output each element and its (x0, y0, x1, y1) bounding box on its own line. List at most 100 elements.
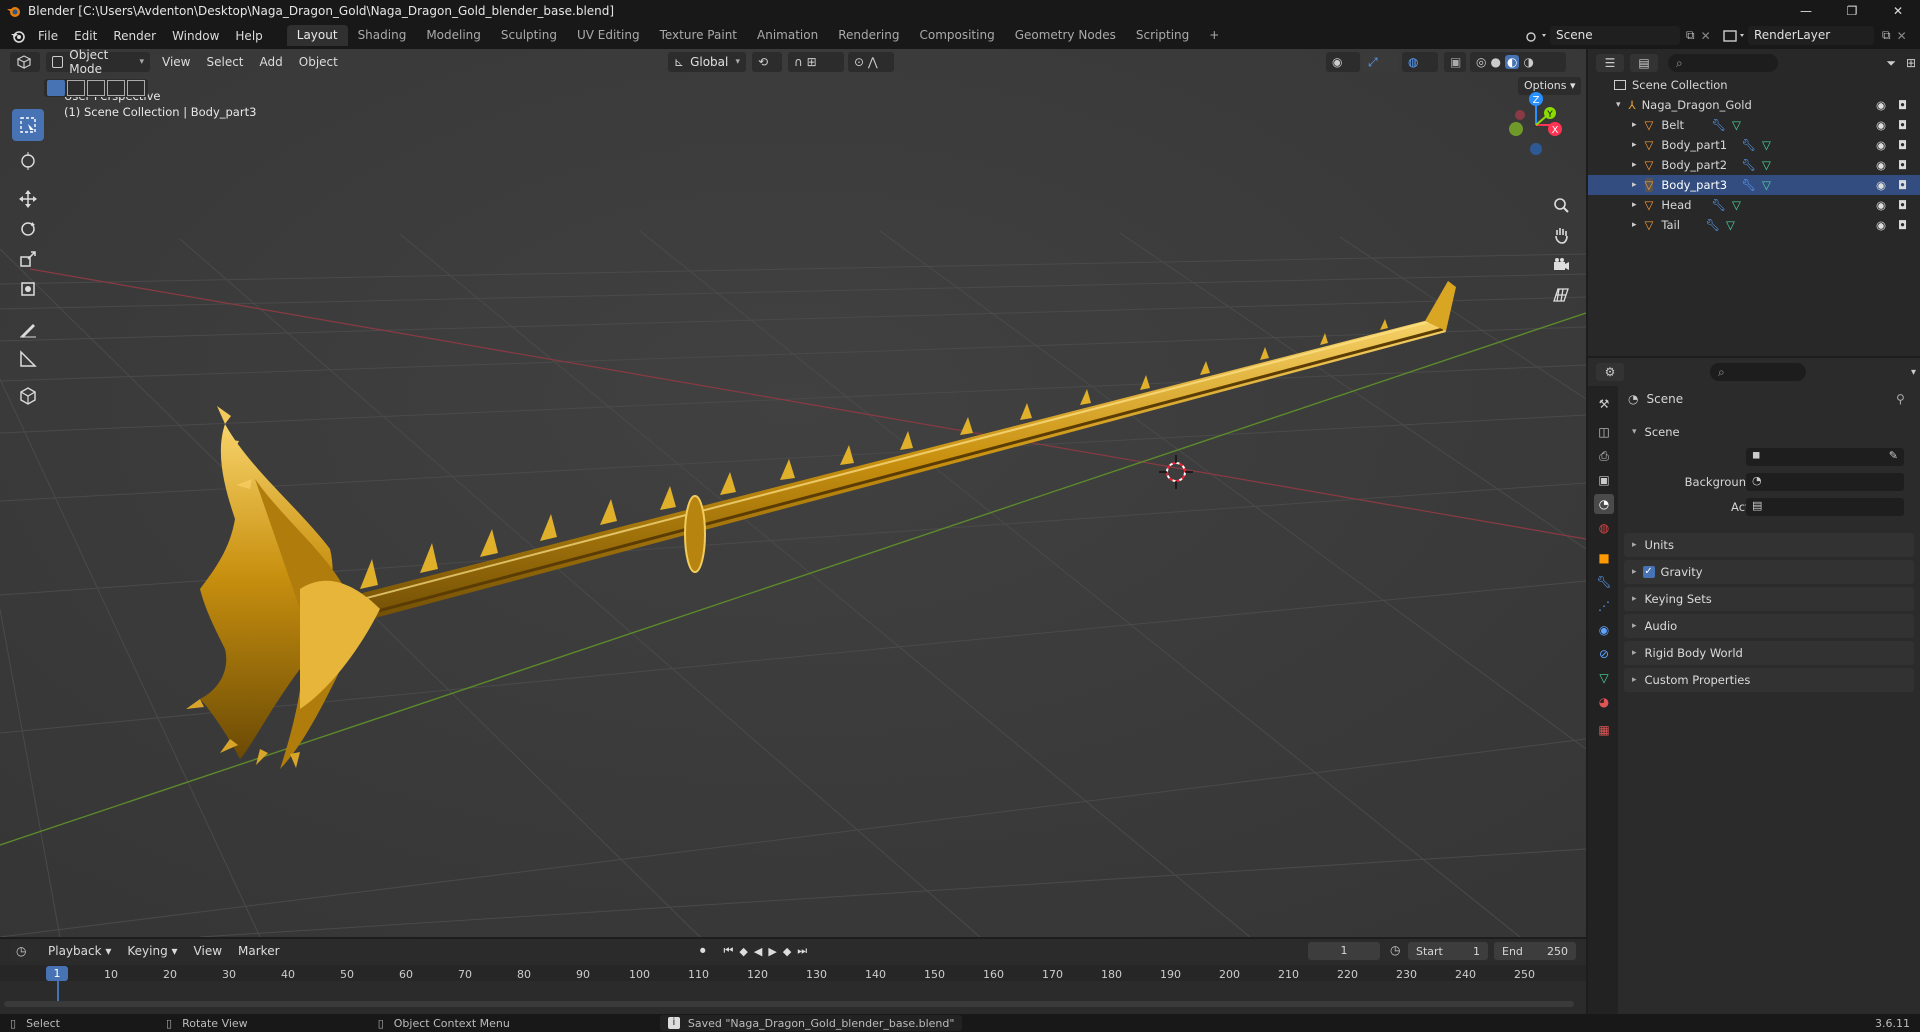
camera-icon[interactable]: ◘ (1898, 198, 1907, 212)
select-extend-icon[interactable] (67, 80, 85, 96)
menu-window[interactable]: Window (164, 26, 227, 46)
scene-collection-row[interactable]: Scene Collection (1588, 75, 1920, 95)
clock-icon[interactable]: ◷ (1390, 943, 1400, 957)
camera-field[interactable]: ◼ ✎ (1746, 448, 1904, 466)
tab-sculpting[interactable]: Sculpting (491, 25, 567, 46)
outliner-item-body-part3[interactable]: ▸ ▽ Body_part3 🔧︎ ▽ ◉ ◘ (1588, 175, 1920, 195)
menu-file[interactable]: File (30, 26, 66, 46)
properties-search-input[interactable]: ⌕ (1710, 363, 1806, 381)
add-workspace-button[interactable]: + (1199, 25, 1229, 46)
audio-panel[interactable]: ▸ Audio (1624, 614, 1914, 638)
current-frame-field[interactable]: 1 (1308, 942, 1380, 960)
display-mode-icon[interactable]: ▤ (1630, 54, 1658, 72)
custom-properties-panel[interactable]: ▸ Custom Properties (1624, 668, 1914, 692)
outliner-item-body-part1[interactable]: ▸ ▽ Body_part1 🔧︎ ▽ ◉ ◘ (1588, 135, 1920, 155)
viewport-menu-add[interactable]: Add (252, 55, 291, 69)
gizmo-toggle[interactable]: ⤢ (1362, 52, 1398, 72)
overlays-toggle[interactable]: ◍ (1402, 52, 1438, 72)
pivot-point-button[interactable]: ⟲ (752, 52, 782, 72)
scene-tab-icon[interactable]: ◔ (1594, 494, 1614, 514)
menu-edit[interactable]: Edit (66, 26, 105, 46)
tab-modeling[interactable]: Modeling (416, 25, 491, 46)
next-keyframe-icon[interactable]: ◆ (783, 945, 791, 958)
record-icon[interactable]: ⏺ (700, 944, 706, 958)
transform-orientation-dropdown[interactable]: ⊾ Global ▾ (668, 52, 746, 72)
eye-icon[interactable]: ◉ (1876, 98, 1886, 112)
select-intersect-icon[interactable] (127, 80, 145, 96)
tool-add-cube[interactable] (12, 379, 44, 411)
eye-icon[interactable]: ◉ (1876, 178, 1886, 192)
view-layer-field[interactable]: RenderLayer (1748, 26, 1874, 45)
active-clip-field[interactable]: ▤ (1746, 498, 1904, 516)
render-tab-icon[interactable]: ◫ (1594, 422, 1614, 442)
play-reverse-icon[interactable]: ◀ (754, 945, 762, 958)
camera-icon[interactable]: ◘ (1898, 138, 1907, 152)
texture-tab-icon[interactable]: ▦ (1594, 720, 1614, 740)
maximize-button[interactable]: ❐ (1829, 0, 1875, 22)
filter-icon[interactable]: ⏷ (1886, 56, 1896, 71)
select-new-icon[interactable] (47, 80, 65, 96)
expand-arrow-icon[interactable]: ▸ (1632, 160, 1637, 170)
minimize-button[interactable]: — (1783, 0, 1829, 22)
output-tab-icon[interactable]: ⎙ (1594, 446, 1614, 466)
tab-layout[interactable]: Layout (286, 25, 348, 46)
scene-name-field[interactable]: Scene (1550, 26, 1680, 45)
timeline-editor-type-button[interactable]: ◷ (10, 941, 40, 961)
tab-uv-editing[interactable]: UV Editing (567, 25, 650, 46)
modifiers-tab-icon[interactable]: 🔧︎ (1594, 572, 1614, 592)
visibility-dropdown[interactable]: ◉ (1326, 52, 1360, 72)
tool-select-box[interactable] (12, 109, 44, 141)
gravity-checkbox[interactable]: ✓ (1642, 566, 1655, 578)
prev-keyframe-icon[interactable]: ◆ (739, 945, 747, 958)
data-tab-icon[interactable]: ▽ (1594, 668, 1614, 688)
scene-delete-icon[interactable]: ✕ (1701, 29, 1711, 43)
zoom-view-button[interactable] (1548, 192, 1574, 218)
viewport-menu-view[interactable]: View (154, 55, 198, 69)
tool-rotate[interactable] (12, 213, 44, 245)
jump-end-icon[interactable]: ⏭ (797, 944, 807, 958)
view-layer-tab-icon[interactable]: ▣ (1594, 470, 1614, 490)
wireframe-shading-icon[interactable]: ◎ (1476, 55, 1486, 69)
view-layer-selector[interactable]: RenderLayer ⧉ ✕ (1722, 25, 1907, 46)
particles-tab-icon[interactable]: ⋰ (1594, 596, 1614, 616)
expand-arrow-icon[interactable]: ▾ (1616, 100, 1621, 110)
tool-tab-icon[interactable]: ⚒ (1594, 394, 1614, 414)
shading-modes[interactable]: ◎ ● ◐ ◑ (1470, 52, 1566, 72)
eye-icon[interactable]: ◉ (1876, 138, 1886, 152)
start-frame-field[interactable]: Start 1 (1408, 942, 1488, 960)
camera-icon[interactable]: ◘ (1898, 118, 1907, 132)
tab-texture-paint[interactable]: Texture Paint (650, 25, 747, 46)
tab-animation[interactable]: Animation (747, 25, 828, 46)
snap-button[interactable]: ∩ ⊞ (788, 52, 844, 72)
chevron-down-icon[interactable]: ▾ (1911, 367, 1916, 378)
select-invert-icon[interactable] (107, 80, 125, 96)
tool-annotate[interactable] (12, 313, 44, 345)
tab-shading[interactable]: Shading (348, 25, 417, 46)
menu-render[interactable]: Render (105, 26, 164, 46)
object-tab-icon[interactable]: ■ (1594, 548, 1614, 568)
eye-icon[interactable]: ◉ (1876, 118, 1886, 132)
3d-viewport[interactable]: Object Mode ▾ View Select Add Object ⊾ G… (0, 49, 1586, 937)
camera-view-button[interactable] (1548, 252, 1574, 278)
eye-icon[interactable]: ◉ (1876, 198, 1886, 212)
keying-sets-panel[interactable]: ▸ Keying Sets (1624, 587, 1914, 611)
expand-arrow-icon[interactable]: ▸ (1632, 200, 1637, 210)
expand-arrow-icon[interactable]: ▸ (1632, 180, 1637, 190)
outliner-item-head[interactable]: ▸ ▽ Head 🔧︎ ▽ ◉ ◘ (1588, 195, 1920, 215)
material-shading-icon[interactable]: ◐ (1504, 55, 1520, 69)
tab-compositing[interactable]: Compositing (909, 25, 1004, 46)
eyedropper-icon[interactable]: ✎ (1889, 449, 1898, 462)
pin-icon[interactable]: ⚲ (1896, 392, 1905, 406)
physics-tab-icon[interactable]: ◉ (1594, 620, 1614, 640)
collection-row[interactable]: ▾ ⅄ Naga_Dragon_Gold ◉ ◘ (1588, 95, 1920, 115)
tab-rendering[interactable]: Rendering (828, 25, 909, 46)
background-scene-field[interactable]: ◔ (1746, 473, 1904, 491)
viewport-menu-object[interactable]: Object (291, 55, 346, 69)
timeline-menu-playback[interactable]: Playback ▾ (40, 944, 119, 958)
ortho-toggle-button[interactable] (1548, 282, 1574, 308)
menu-help[interactable]: Help (227, 26, 270, 46)
tool-transform[interactable] (12, 273, 44, 305)
viewport-menu-select[interactable]: Select (198, 55, 251, 69)
rendered-shading-icon[interactable]: ◑ (1523, 55, 1533, 69)
camera-icon[interactable]: ◘ (1898, 178, 1907, 192)
